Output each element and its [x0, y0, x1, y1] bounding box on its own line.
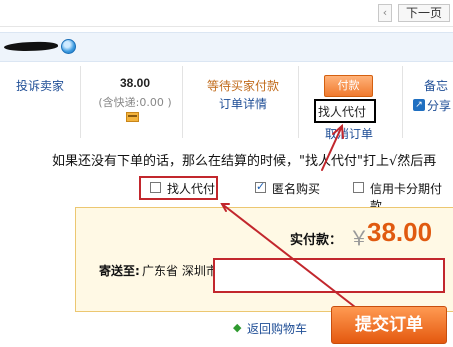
submit-order-button[interactable]: 提交订单 — [331, 306, 447, 344]
back-arrow-icon: ◆ — [233, 321, 242, 334]
back-to-cart-link[interactable]: 返回购物车 — [247, 320, 307, 337]
arrow-to-proxy-pay-link — [321, 125, 343, 171]
arrow-to-proxy-option — [221, 203, 356, 308]
annotation-arrows — [220, 123, 356, 308]
